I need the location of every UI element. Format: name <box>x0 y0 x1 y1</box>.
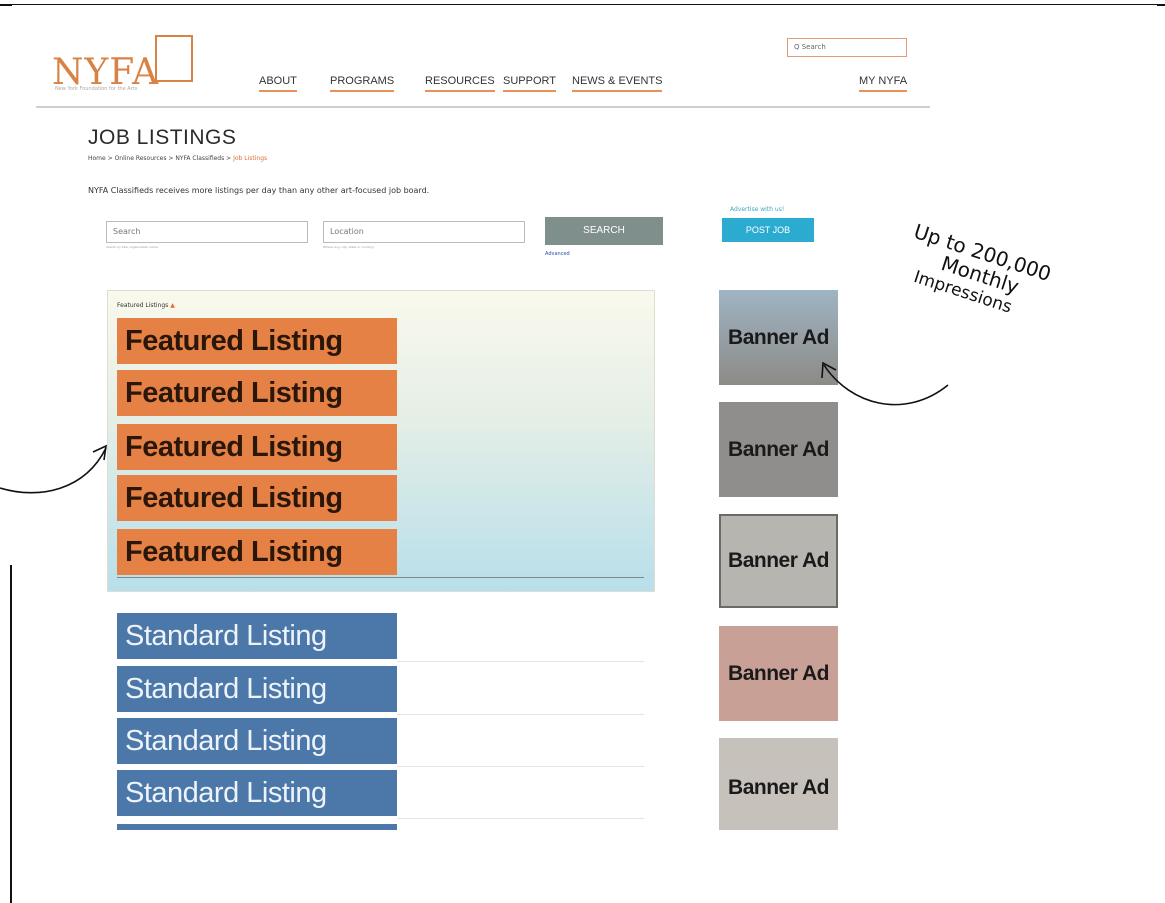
nav-news-events[interactable]: NEWS & EVENTS <box>572 75 663 92</box>
nav-about[interactable]: ABOUT <box>259 75 297 92</box>
row-divider <box>397 661 644 662</box>
post-job-button[interactable]: POST JOB <box>722 218 814 242</box>
job-search-hint: Search by title, organization name <box>106 245 158 249</box>
breadcrumb-current: Job Listings <box>233 155 268 162</box>
job-search-input[interactable]: Search <box>106 221 308 243</box>
nav-support[interactable]: SUPPORT <box>503 75 556 92</box>
breadcrumb-home[interactable]: Home <box>88 155 106 162</box>
page-title: JOB LISTINGS <box>88 126 237 149</box>
advanced-search-link[interactable]: Advanced <box>545 251 570 257</box>
row-divider <box>397 766 644 767</box>
standard-listing-4[interactable]: Standard Listing <box>117 770 397 816</box>
header-divider <box>36 106 930 108</box>
banner-ad-5[interactable]: Banner Ad <box>719 738 838 830</box>
fire-icon: ▲ <box>170 302 175 309</box>
header-search-input[interactable]: Q Search <box>787 38 907 57</box>
standard-listing-2[interactable]: Standard Listing <box>117 666 397 712</box>
standard-listing-5-partial[interactable] <box>117 824 397 830</box>
nav-programs[interactable]: PROGRAMS <box>330 75 395 92</box>
featured-panel-rule <box>117 577 644 578</box>
featured-listings-label: Featured Listings ▲ <box>117 302 175 309</box>
nyfa-logo-icon <box>155 35 193 82</box>
breadcrumb-online-resources[interactable]: Online Resources <box>115 155 167 162</box>
featured-label-text: Featured Listings <box>117 302 169 309</box>
nav-my-nyfa[interactable]: MY NYFA <box>859 75 908 92</box>
intro-text: NYFA Classifieds receives more listings … <box>88 186 430 195</box>
location-input[interactable]: Location <box>323 221 525 243</box>
row-divider <box>397 714 644 715</box>
standard-listing-1[interactable]: Standard Listing <box>117 613 397 659</box>
breadcrumb-classifieds[interactable]: NYFA Classifieds <box>175 155 224 162</box>
advertise-link[interactable]: Advertise with us! <box>730 206 784 213</box>
location-hint: Where (e.g. city, state or country) <box>323 245 375 249</box>
banner-ad-1[interactable]: Banner Ad <box>719 290 838 385</box>
logo-tagline: New York Foundation for the Arts <box>55 86 138 92</box>
featured-listing-3[interactable]: Featured Listing <box>117 424 397 470</box>
breadcrumb: Home > Online Resources > NYFA Classifie… <box>88 155 268 162</box>
featured-listing-1[interactable]: Featured Listing <box>117 318 397 364</box>
featured-listing-2[interactable]: Featured Listing <box>117 370 397 416</box>
featured-listing-5[interactable]: Featured Listing <box>117 529 397 575</box>
banner-ad-4[interactable]: Banner Ad <box>719 626 838 721</box>
featured-listing-4[interactable]: Featured Listing <box>117 475 397 521</box>
nav-resources[interactable]: RESOURCES <box>425 75 495 92</box>
banner-ad-2[interactable]: Banner Ad <box>719 402 838 497</box>
search-button[interactable]: SEARCH <box>545 217 663 245</box>
row-divider <box>397 818 644 819</box>
banner-ad-3[interactable]: Banner Ad <box>719 514 838 608</box>
standard-listing-3[interactable]: Standard Listing <box>117 718 397 764</box>
